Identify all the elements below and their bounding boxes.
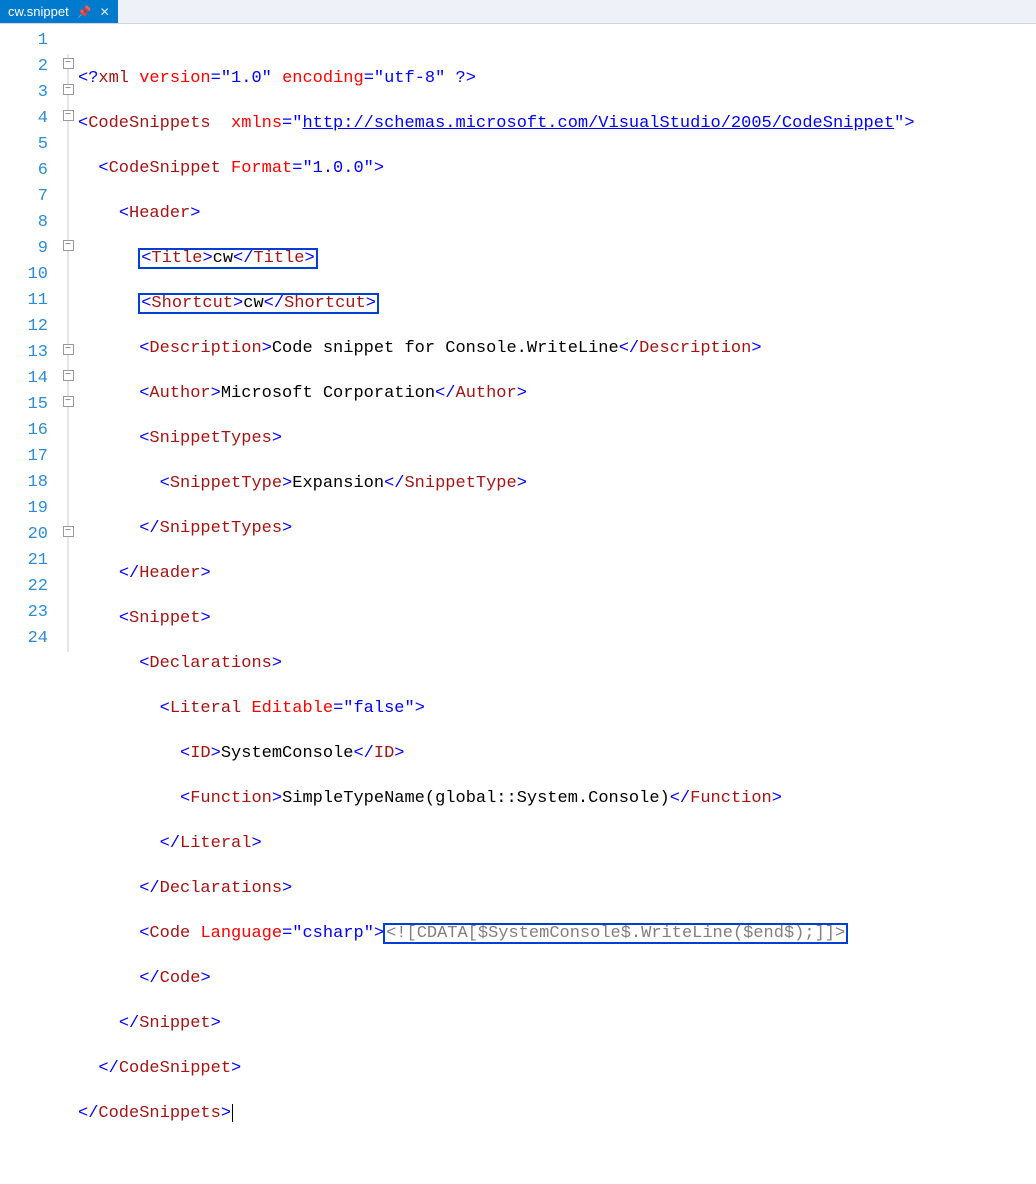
code-line[interactable]: <ID>SystemConsole</ID> bbox=[78, 741, 1036, 767]
text-caret bbox=[232, 1104, 233, 1122]
line-number: 19 bbox=[0, 496, 48, 522]
code-line[interactable]: <SnippetType>Expansion</SnippetType> bbox=[78, 471, 1036, 497]
fold-cell: − bbox=[58, 80, 78, 106]
fold-cell bbox=[58, 314, 78, 340]
line-number: 10 bbox=[0, 262, 48, 288]
line-number: 2 bbox=[0, 54, 48, 80]
code-line[interactable]: </Code> bbox=[78, 966, 1036, 992]
tab-title: cw.snippet bbox=[8, 4, 69, 19]
line-number: 12 bbox=[0, 314, 48, 340]
line-number: 18 bbox=[0, 470, 48, 496]
fold-toggle-icon[interactable]: − bbox=[63, 110, 74, 121]
code-line[interactable]: <SnippetTypes> bbox=[78, 426, 1036, 452]
code-line[interactable]: <Description>Code snippet for Console.Wr… bbox=[78, 336, 1036, 362]
code-line[interactable]: <Title>cw</Title> bbox=[78, 246, 1036, 272]
fold-column: − − − − − − − − bbox=[58, 24, 78, 669]
code-line[interactable]: <Declarations> bbox=[78, 651, 1036, 677]
line-number: 15 bbox=[0, 392, 48, 418]
fold-toggle-icon[interactable]: − bbox=[63, 84, 74, 95]
line-number: 17 bbox=[0, 444, 48, 470]
line-number: 6 bbox=[0, 158, 48, 184]
fold-cell: − bbox=[58, 54, 78, 80]
highlighted-shortcut: <Shortcut>cw</Shortcut> bbox=[139, 294, 378, 313]
code-line[interactable]: </CodeSnippet> bbox=[78, 1056, 1036, 1082]
fold-toggle-icon[interactable]: − bbox=[63, 344, 74, 355]
line-number: 9 bbox=[0, 236, 48, 262]
line-number: 1 bbox=[0, 28, 48, 54]
code-line[interactable]: <?xml version="1.0" encoding="utf-8" ?> bbox=[78, 66, 1036, 92]
line-number: 4 bbox=[0, 106, 48, 132]
code-line[interactable]: <Header> bbox=[78, 201, 1036, 227]
code-line[interactable]: <CodeSnippets xmlns="http://schemas.micr… bbox=[78, 111, 1036, 137]
line-number: 3 bbox=[0, 80, 48, 106]
line-number: 23 bbox=[0, 600, 48, 626]
pin-icon[interactable]: 📌 bbox=[77, 5, 92, 19]
fold-cell: − bbox=[58, 106, 78, 132]
line-number: 5 bbox=[0, 132, 48, 158]
line-number-gutter: 123456789101112131415161718192021222324 bbox=[0, 24, 58, 669]
tab-bar: cw.snippet 📌 ✕ bbox=[0, 0, 1036, 24]
code-line[interactable]: <Literal Editable="false"> bbox=[78, 696, 1036, 722]
code-line[interactable]: </Header> bbox=[78, 561, 1036, 587]
fold-cell bbox=[58, 132, 78, 158]
fold-cell bbox=[58, 184, 78, 210]
fold-cell bbox=[58, 158, 78, 184]
fold-cell bbox=[58, 28, 78, 54]
fold-cell bbox=[58, 574, 78, 600]
fold-cell bbox=[58, 496, 78, 522]
code-line[interactable]: <CodeSnippet Format="1.0.0"> bbox=[78, 156, 1036, 182]
fold-cell: − bbox=[58, 340, 78, 366]
highlighted-title: <Title>cw</Title> bbox=[139, 249, 316, 268]
code-line[interactable]: <Shortcut>cw</Shortcut> bbox=[78, 291, 1036, 317]
fold-cell bbox=[58, 470, 78, 496]
line-number: 8 bbox=[0, 210, 48, 236]
fold-toggle-icon[interactable]: − bbox=[63, 396, 74, 407]
fold-cell bbox=[58, 210, 78, 236]
fold-cell bbox=[58, 444, 78, 470]
line-number: 21 bbox=[0, 548, 48, 574]
fold-cell bbox=[58, 626, 78, 652]
fold-cell bbox=[58, 262, 78, 288]
fold-toggle-icon[interactable]: − bbox=[63, 240, 74, 251]
fold-toggle-icon[interactable]: − bbox=[63, 526, 74, 537]
line-number: 14 bbox=[0, 366, 48, 392]
fold-cell: − bbox=[58, 392, 78, 418]
fold-cell bbox=[58, 288, 78, 314]
code-line[interactable]: </Declarations> bbox=[78, 876, 1036, 902]
close-icon[interactable]: ✕ bbox=[100, 5, 110, 19]
line-number: 11 bbox=[0, 288, 48, 314]
code-line[interactable]: </CodeSnippets> bbox=[78, 1101, 1036, 1127]
fold-cell: − bbox=[58, 522, 78, 548]
code-line[interactable]: <Function>SimpleTypeName(global::System.… bbox=[78, 786, 1036, 812]
code-line[interactable]: <Snippet> bbox=[78, 606, 1036, 632]
line-number: 20 bbox=[0, 522, 48, 548]
fold-cell bbox=[58, 600, 78, 626]
fold-cell: − bbox=[58, 236, 78, 262]
active-tab[interactable]: cw.snippet 📌 ✕ bbox=[0, 0, 118, 23]
code-line[interactable]: <Code Language="csharp"><![CDATA[$System… bbox=[78, 921, 1036, 947]
fold-cell: − bbox=[58, 366, 78, 392]
code-line[interactable]: </Snippet> bbox=[78, 1011, 1036, 1037]
code-line[interactable]: <Author>Microsoft Corporation</Author> bbox=[78, 381, 1036, 407]
line-number: 16 bbox=[0, 418, 48, 444]
code-line[interactable]: </SnippetTypes> bbox=[78, 516, 1036, 542]
line-number: 13 bbox=[0, 340, 48, 366]
code-editor[interactable]: 123456789101112131415161718192021222324 … bbox=[0, 24, 1036, 669]
fold-toggle-icon[interactable]: − bbox=[63, 58, 74, 69]
code-line[interactable]: </Literal> bbox=[78, 831, 1036, 857]
fold-toggle-icon[interactable]: − bbox=[63, 370, 74, 381]
line-number: 22 bbox=[0, 574, 48, 600]
fold-cell bbox=[58, 418, 78, 444]
code-area[interactable]: <?xml version="1.0" encoding="utf-8" ?> … bbox=[78, 24, 1036, 669]
highlighted-cdata: <![CDATA[$SystemConsole$.WriteLine($end$… bbox=[384, 924, 847, 943]
line-number: 24 bbox=[0, 626, 48, 652]
line-number: 7 bbox=[0, 184, 48, 210]
fold-cell bbox=[58, 548, 78, 574]
